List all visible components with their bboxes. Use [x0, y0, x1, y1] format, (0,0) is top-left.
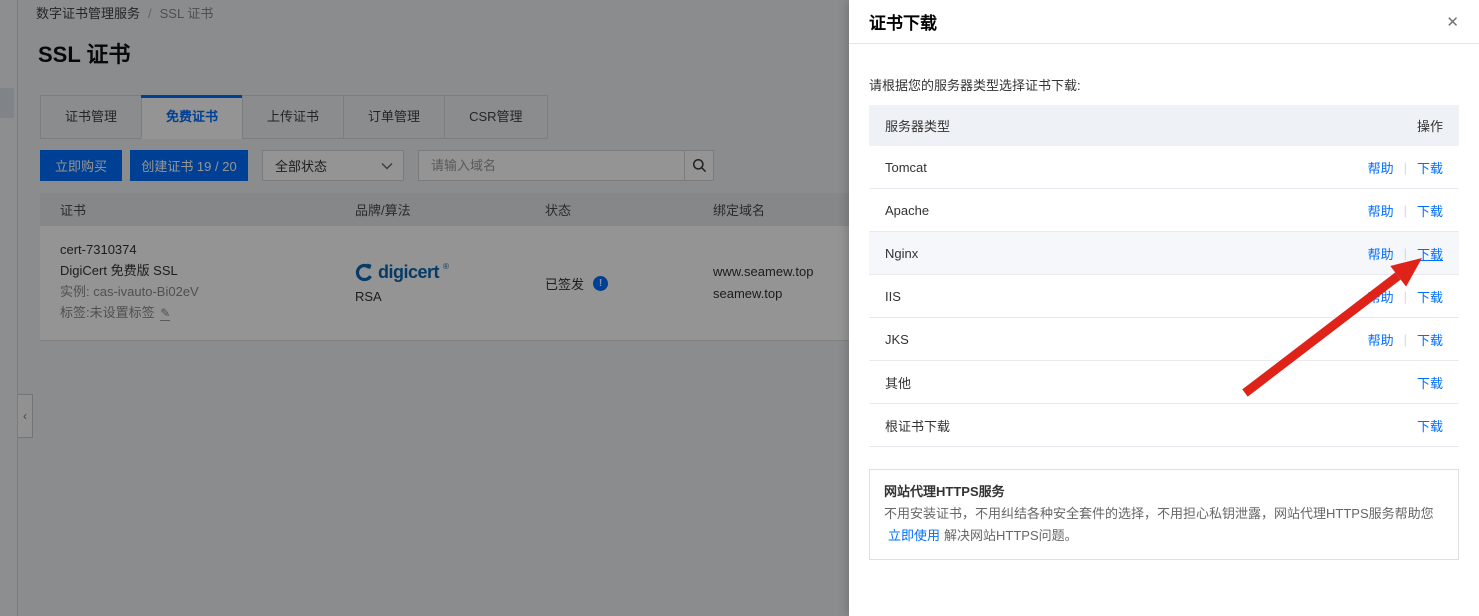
server-row-tomcat: Tomcat 帮助 | 下载	[869, 146, 1459, 189]
action-divider: |	[1404, 246, 1407, 261]
drawer-intro-text: 请根据您的服务器类型选择证书下载:	[869, 75, 1459, 94]
server-table-header: 服务器类型 操作	[869, 105, 1459, 146]
server-type-label: IIS	[885, 289, 901, 304]
help-link[interactable]: 帮助	[1368, 201, 1394, 220]
https-proxy-promo-box: 网站代理HTTPS服务 不用安装证书，不用纠结各种安全套件的选择，不用担心私钥泄…	[869, 469, 1459, 560]
help-link[interactable]: 帮助	[1368, 287, 1394, 306]
server-row-apache: Apache 帮助 | 下载	[869, 189, 1459, 232]
server-row-jks: JKS 帮助 | 下载	[869, 318, 1459, 361]
server-row-nginx: Nginx 帮助 | 下载	[869, 232, 1459, 275]
help-link[interactable]: 帮助	[1368, 244, 1394, 263]
server-type-label: JKS	[885, 332, 909, 347]
server-type-label: Tomcat	[885, 160, 927, 175]
download-link[interactable]: 下载	[1417, 287, 1443, 306]
download-link[interactable]: 下载	[1417, 201, 1443, 220]
server-type-label: 其他	[885, 373, 911, 392]
server-type-label: Nginx	[885, 246, 918, 261]
drawer-body: 请根据您的服务器类型选择证书下载: 服务器类型 操作 Tomcat 帮助 | 下…	[849, 75, 1479, 560]
server-type-label: Apache	[885, 203, 929, 218]
promo-text-after: 解决网站HTTPS问题。	[944, 528, 1078, 543]
drawer-header: 证书下载 ✕	[849, 0, 1479, 44]
help-link[interactable]: 帮助	[1368, 158, 1394, 177]
use-now-link[interactable]: 立即使用	[888, 528, 940, 543]
promo-body: 不用安装证书，不用纠结各种安全套件的选择，不用担心私钥泄露，网站代理HTTPS服…	[884, 503, 1444, 547]
promo-title: 网站代理HTTPS服务	[884, 481, 1444, 503]
download-link[interactable]: 下载	[1417, 158, 1443, 177]
modal-overlay[interactable]	[0, 0, 849, 616]
server-row-iis: IIS 帮助 | 下载	[869, 275, 1459, 318]
action-divider: |	[1404, 160, 1407, 175]
server-row-root-cert: 根证书下载 下载	[869, 404, 1459, 447]
close-icon[interactable]: ✕	[1442, 11, 1463, 33]
col-server-type: 服务器类型	[885, 116, 950, 135]
download-link[interactable]: 下载	[1417, 330, 1443, 349]
download-link-nginx[interactable]: 下载	[1417, 244, 1443, 263]
download-link[interactable]: 下载	[1417, 416, 1443, 435]
download-link[interactable]: 下载	[1417, 373, 1443, 392]
promo-text-before: 不用安装证书，不用纠结各种安全套件的选择，不用担心私钥泄露，网站代理HTTPS服…	[884, 506, 1434, 521]
action-divider: |	[1404, 203, 1407, 218]
col-action: 操作	[1417, 116, 1443, 135]
cert-download-drawer: 证书下载 ✕ 请根据您的服务器类型选择证书下载: 服务器类型 操作 Tomcat…	[849, 0, 1479, 616]
server-row-other: 其他 下载	[869, 361, 1459, 404]
action-divider: |	[1404, 289, 1407, 304]
help-link[interactable]: 帮助	[1368, 330, 1394, 349]
server-type-label: 根证书下载	[885, 416, 950, 435]
drawer-title: 证书下载	[869, 9, 1442, 34]
server-type-table: 服务器类型 操作 Tomcat 帮助 | 下载 Apache 帮助 | 下载	[869, 105, 1459, 447]
action-divider: |	[1404, 332, 1407, 347]
